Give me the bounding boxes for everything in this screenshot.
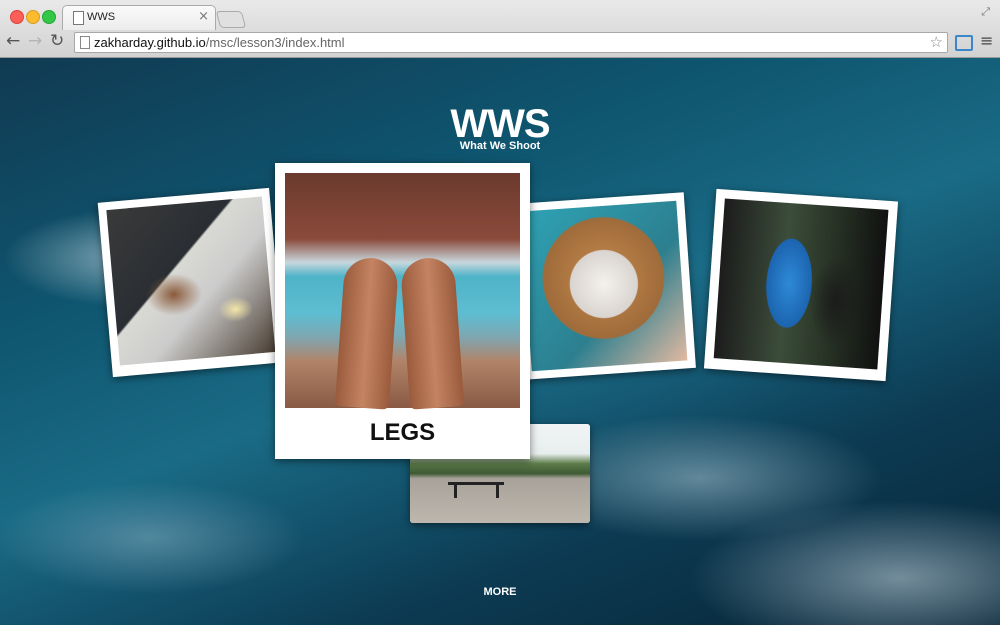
photo-food[interactable] <box>97 187 285 378</box>
browser-tab[interactable]: WWS × <box>62 5 216 30</box>
page-viewport: WWS What We Shoot LEGS MORE <box>0 58 1000 625</box>
mirror-image <box>713 198 889 370</box>
window-minimize-button[interactable] <box>26 10 40 24</box>
window-close-button[interactable] <box>10 10 24 24</box>
star-icon[interactable]: ☆ <box>930 33 943 51</box>
more-link[interactable]: MORE <box>0 586 1000 598</box>
reload-icon[interactable]: ↻ <box>50 31 64 51</box>
bench-leg <box>454 482 457 498</box>
site-tagline: What We Shoot <box>459 140 541 152</box>
url-path: /msc/lesson3/index.html <box>205 35 345 50</box>
food-image <box>106 196 276 366</box>
new-tab-button[interactable] <box>215 11 247 28</box>
address-bar[interactable]: zakharday.github.io/msc/lesson3/index.ht… <box>74 32 948 53</box>
forward-icon[interactable]: → <box>28 31 42 51</box>
url-text: zakharday.github.io/msc/lesson3/index.ht… <box>94 35 345 50</box>
bench-leg <box>496 482 499 498</box>
photo-legs[interactable]: LEGS <box>275 163 530 459</box>
browser-chrome: WWS × ⤢ ← → ↻ zakharday.github.io/msc/le… <box>0 0 1000 58</box>
close-icon[interactable]: × <box>198 9 209 24</box>
site-logo[interactable]: WWS <box>0 104 1000 144</box>
photo-mirror[interactable] <box>703 188 899 382</box>
leg-shape <box>334 256 400 410</box>
cat-image <box>520 200 688 372</box>
back-icon[interactable]: ← <box>6 31 20 51</box>
tab-title: WWS <box>87 11 116 23</box>
leg-shape <box>399 256 465 410</box>
fullscreen-icon[interactable]: ⤢ <box>981 5 990 19</box>
photo-caption: LEGS <box>369 419 436 446</box>
url-host: zakharday.github.io <box>94 35 206 50</box>
photo-cat[interactable] <box>512 192 696 380</box>
page-icon <box>73 11 84 25</box>
menu-icon[interactable]: ≡ <box>980 31 993 50</box>
extension-icon[interactable] <box>955 35 973 51</box>
legs-image <box>285 173 520 410</box>
page-icon <box>80 36 90 49</box>
window-maximize-button[interactable] <box>42 10 56 24</box>
